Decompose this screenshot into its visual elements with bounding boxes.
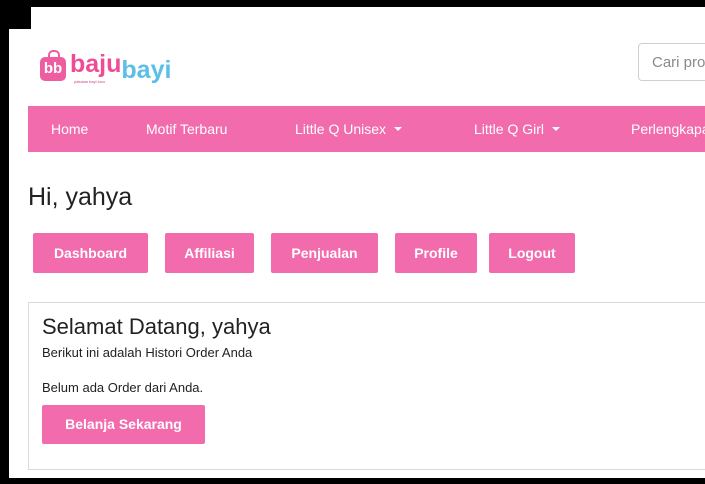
logo-tagline: pakaian bayi lucu: [74, 79, 105, 84]
penjualan-button[interactable]: Penjualan: [271, 233, 378, 273]
panel-subtitle: Berikut ini adalah Histori Order Anda: [42, 345, 253, 360]
affiliasi-button[interactable]: Affiliasi: [165, 233, 254, 273]
shop-now-button[interactable]: Belanja Sekarang: [42, 405, 205, 444]
panel-title: Selamat Datang, yahya: [42, 314, 271, 339]
logo-text-bayi: bayi: [121, 56, 172, 84]
dashboard-button[interactable]: Dashboard: [33, 233, 148, 273]
nav-item-perlengkapan[interactable]: Perlengkapan: [631, 106, 705, 152]
order-history-panel: Selamat Datang, yahya Berikut ini adalah…: [28, 302, 705, 470]
nav-item-motif-terbaru[interactable]: Motif Terbaru: [146, 106, 227, 152]
greeting-heading: Hi, yahya: [28, 183, 133, 211]
chevron-down-icon: [552, 127, 561, 132]
logout-button[interactable]: Logout: [489, 233, 575, 273]
nav-item-home[interactable]: Home: [51, 106, 88, 152]
nav-item-label: Motif Terbaru: [146, 121, 228, 137]
nav-item-label: Home: [51, 121, 89, 137]
nav-item-label: Perlengkapan: [631, 121, 705, 137]
profile-button[interactable]: Profile: [395, 233, 477, 273]
nav-item-label: Little Q Unisex: [295, 121, 387, 137]
empty-orders-message: Belum ada Order dari Anda.: [42, 380, 204, 395]
logo-bag-icon: bb: [40, 50, 66, 81]
main-navbar: Home Motif Terbaru Little Q Unisex Littl…: [28, 106, 705, 152]
search-input[interactable]: [638, 43, 705, 81]
site-logo[interactable]: bb baju bayi pakaian bayi lucu: [40, 45, 171, 85]
chevron-down-icon: [394, 127, 403, 132]
site-header: bb baju bayi pakaian bayi lucu: [9, 7, 705, 107]
logo-text-baju: baju: [70, 50, 122, 78]
nav-item-little-q-unisex[interactable]: Little Q Unisex: [295, 106, 403, 152]
browser-frame: bb baju bayi pakaian bayi lucu Home Moti…: [0, 0, 705, 484]
nav-item-little-q-girl[interactable]: Little Q Girl: [474, 106, 561, 152]
nav-item-label: Little Q Girl: [474, 121, 545, 137]
